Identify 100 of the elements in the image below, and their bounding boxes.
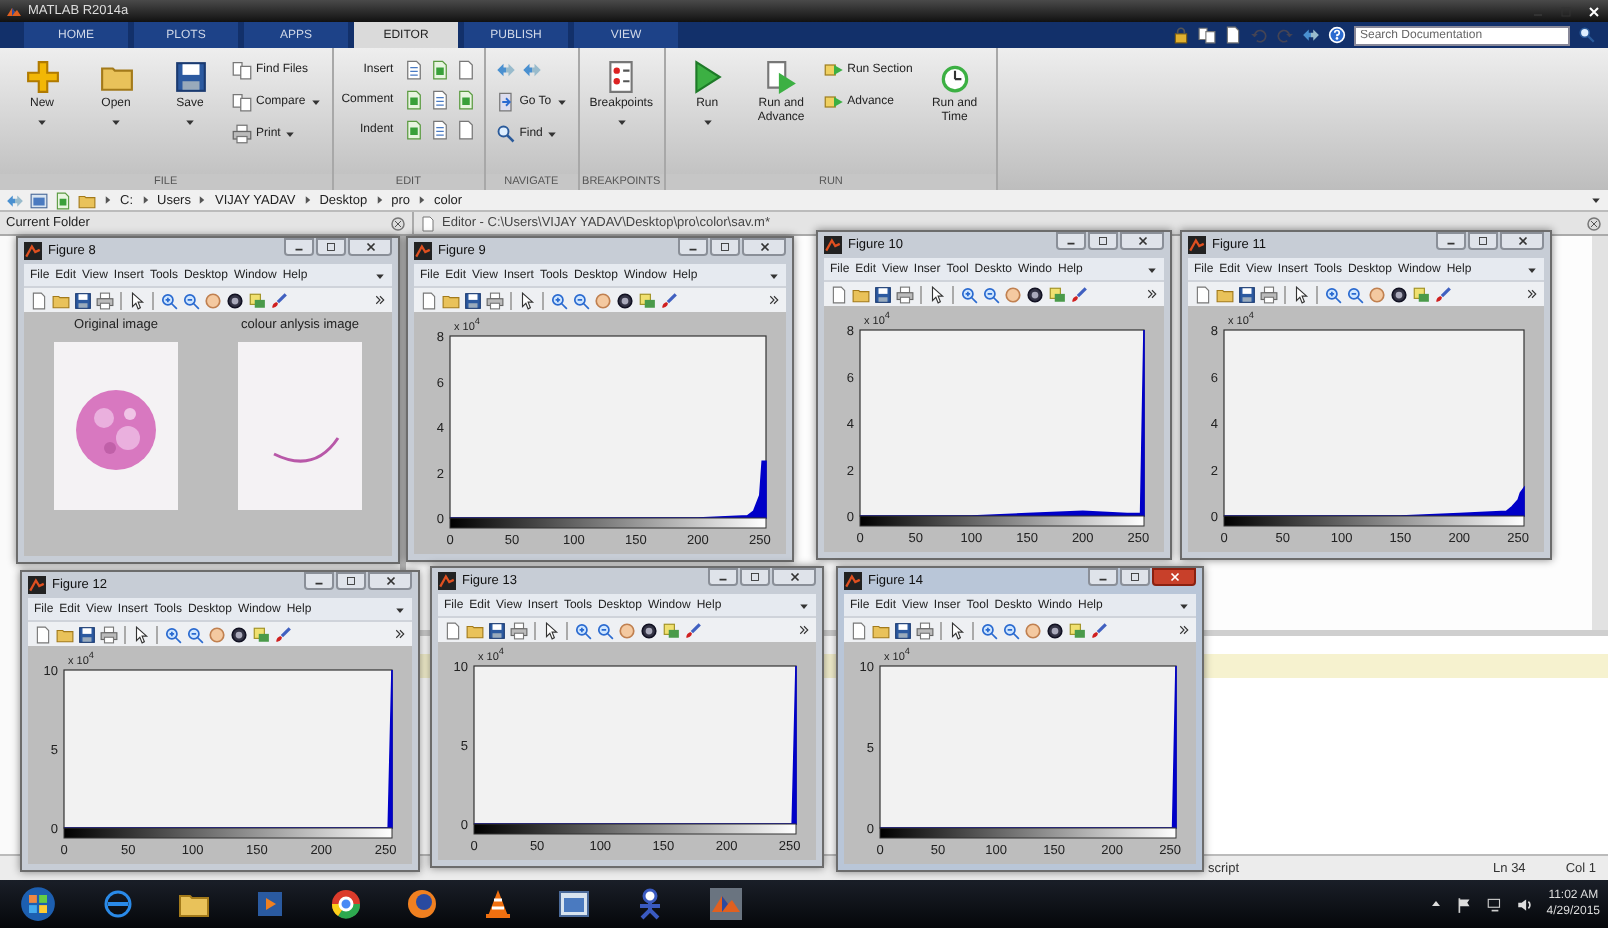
close-icon <box>363 240 377 254</box>
save-icon[interactable] <box>464 291 482 309</box>
zoom-in-icon[interactable] <box>160 291 178 309</box>
chevron-right-icon <box>139 194 151 206</box>
zoom-in-icon[interactable] <box>550 291 568 309</box>
save-icon[interactable] <box>74 291 92 309</box>
zoom-out-icon[interactable] <box>572 291 590 309</box>
zoom-out-icon[interactable] <box>182 291 200 309</box>
lines-page-icon[interactable] <box>429 120 450 140</box>
save-icon[interactable] <box>1238 285 1256 303</box>
print-icon[interactable] <box>1260 285 1278 303</box>
maximize-button[interactable] <box>740 568 770 586</box>
back-forward-icon[interactable] <box>6 191 24 209</box>
pointer-icon[interactable] <box>542 621 560 639</box>
print-icon[interactable] <box>96 291 114 309</box>
caret-icon[interactable] <box>1146 263 1158 275</box>
caret-icon[interactable] <box>1178 599 1190 611</box>
zoom-in-icon[interactable] <box>960 285 978 303</box>
network-icon[interactable] <box>1486 895 1505 913</box>
caret-icon[interactable] <box>394 603 406 615</box>
traffic-cone-icon[interactable] <box>482 888 514 920</box>
zoom-out-icon[interactable] <box>186 625 204 643</box>
two-pages-icon[interactable] <box>1198 26 1216 44</box>
maximize-button[interactable] <box>710 238 740 256</box>
pointer-icon[interactable] <box>948 621 966 639</box>
search-icon[interactable] <box>1578 26 1596 44</box>
chevron-icon[interactable] <box>1526 288 1538 300</box>
stick-figure-icon[interactable] <box>634 888 666 920</box>
pointer-icon[interactable] <box>132 625 150 643</box>
zoom-in-icon[interactable] <box>164 625 182 643</box>
brush-icon[interactable] <box>660 291 678 309</box>
up-triangle-icon[interactable] <box>1428 896 1445 912</box>
help-icon[interactable] <box>1328 26 1346 44</box>
brush-icon[interactable] <box>270 291 288 309</box>
arrows-icon[interactable] <box>1302 26 1320 44</box>
brush-icon[interactable] <box>274 625 292 643</box>
play-square-icon <box>823 92 844 112</box>
pointer-icon[interactable] <box>128 291 146 309</box>
chevron-icon[interactable] <box>768 294 780 306</box>
arrows-icon[interactable] <box>495 60 516 80</box>
zoom-in-icon[interactable] <box>1324 285 1342 303</box>
zoom-out-icon[interactable] <box>596 621 614 639</box>
brush-icon[interactable] <box>1090 621 1108 639</box>
chevron-icon[interactable] <box>394 628 406 640</box>
ringed-globe-icon[interactable] <box>406 888 438 920</box>
zoom-out-icon[interactable] <box>1002 621 1020 639</box>
caret-icon[interactable] <box>374 269 386 281</box>
close-icon[interactable] <box>390 215 406 231</box>
lines-page-icon[interactable] <box>429 90 450 110</box>
zoom-in-icon[interactable] <box>574 621 592 639</box>
save-icon[interactable] <box>78 625 96 643</box>
caret-icon <box>555 96 568 108</box>
speaker-icon[interactable] <box>1516 895 1535 913</box>
pointer-icon[interactable] <box>1292 285 1310 303</box>
zoom-out-icon[interactable] <box>1346 285 1364 303</box>
brush-icon[interactable] <box>1434 285 1452 303</box>
pointer-icon[interactable] <box>518 291 536 309</box>
print-icon[interactable] <box>510 621 528 639</box>
pointer-icon[interactable] <box>928 285 946 303</box>
print-icon[interactable] <box>916 621 934 639</box>
lock-icon[interactable] <box>1172 26 1190 44</box>
marked-page-icon[interactable] <box>429 60 450 80</box>
flag-icon[interactable] <box>1456 895 1475 913</box>
start-button[interactable] <box>16 882 60 926</box>
caret-icon[interactable] <box>798 599 810 611</box>
print-icon[interactable] <box>100 625 118 643</box>
chevron-icon[interactable] <box>1178 624 1190 636</box>
chevron-right-icon <box>373 194 386 206</box>
save-icon[interactable] <box>894 621 912 639</box>
close-icon[interactable] <box>1586 215 1602 231</box>
caret-icon[interactable] <box>768 269 780 281</box>
maximize-button[interactable] <box>1120 568 1150 586</box>
brush-icon[interactable] <box>1070 285 1088 303</box>
window-icon[interactable] <box>558 888 590 920</box>
lines-page-icon[interactable] <box>403 60 424 80</box>
chevron-icon[interactable] <box>374 294 386 306</box>
page-icon[interactable] <box>1224 26 1242 44</box>
globe-icon[interactable] <box>102 888 134 920</box>
marked-page-icon[interactable] <box>403 120 424 140</box>
play-tile-icon[interactable] <box>254 888 286 920</box>
marked-page-icon[interactable] <box>403 90 424 110</box>
maximize-button[interactable] <box>1088 232 1118 250</box>
caret-icon[interactable] <box>1526 263 1538 275</box>
marked-page-icon[interactable] <box>455 90 476 110</box>
print-icon[interactable] <box>486 291 504 309</box>
print-icon[interactable] <box>896 285 914 303</box>
save-icon[interactable] <box>488 621 506 639</box>
tricolor-circle-icon[interactable] <box>330 888 362 920</box>
maximize-button[interactable] <box>316 238 346 256</box>
app-logo-icon <box>6 3 22 19</box>
maximize-button[interactable] <box>1468 232 1498 250</box>
zoom-out-icon[interactable] <box>982 285 1000 303</box>
figure-logo-icon <box>844 572 862 590</box>
save-icon[interactable] <box>874 285 892 303</box>
maximize-button[interactable] <box>336 572 366 590</box>
zoom-in-icon[interactable] <box>980 621 998 639</box>
chevron-icon[interactable] <box>798 624 810 636</box>
arrows-icon[interactable] <box>521 60 542 80</box>
brush-icon[interactable] <box>684 621 702 639</box>
chevron-icon[interactable] <box>1146 288 1158 300</box>
